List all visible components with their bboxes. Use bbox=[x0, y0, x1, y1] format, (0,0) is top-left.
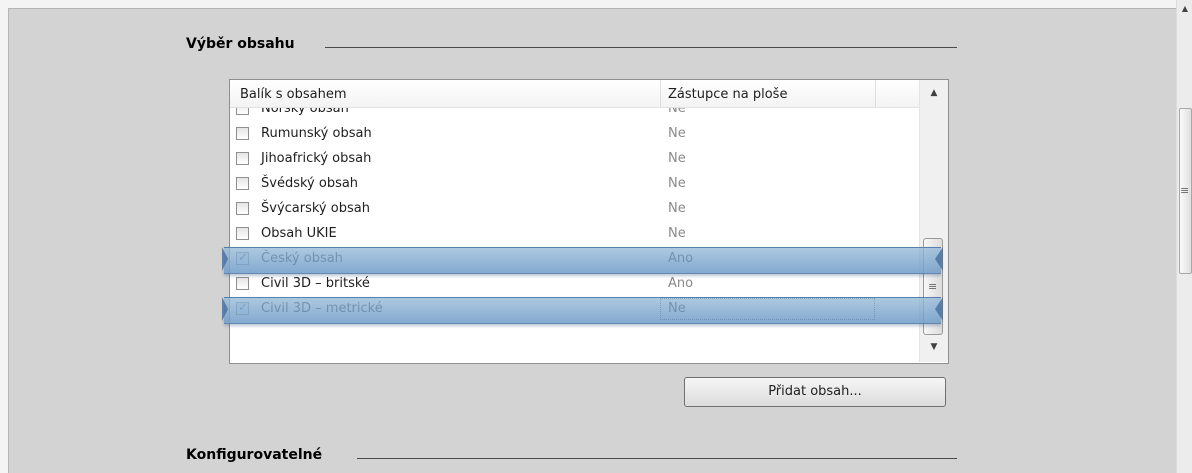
page-scroll-thumb[interactable]: ≡ bbox=[1179, 108, 1192, 274]
checkbox[interactable] bbox=[236, 108, 249, 115]
desktop-shortcut-value[interactable]: Ano bbox=[668, 276, 693, 291]
selected-row-highlight bbox=[224, 247, 941, 274]
highlight-right-cap bbox=[935, 297, 943, 321]
grip-icon: ≡ bbox=[1180, 184, 1190, 197]
section-divider bbox=[325, 47, 957, 48]
checkbox[interactable] bbox=[236, 127, 249, 140]
package-name: Norský obsah bbox=[261, 108, 349, 116]
scroll-down-arrow-icon[interactable]: ▼ bbox=[920, 342, 948, 352]
section-title-content-selection: Výběr obsahu bbox=[186, 36, 295, 52]
package-name: Civil 3D – britské bbox=[261, 276, 370, 291]
list-item[interactable]: Norský obsah Ne bbox=[230, 108, 919, 122]
package-name: Jihoafrický obsah bbox=[261, 151, 372, 166]
package-name: Švédský obsah bbox=[261, 176, 359, 191]
package-name: Obsah UKIE bbox=[261, 226, 337, 241]
column-header-package[interactable]: Balík s obsahem bbox=[240, 87, 347, 102]
page-scroll-up-arrow-icon[interactable]: ▲ bbox=[1177, 4, 1192, 13]
desktop-shortcut-value[interactable]: Ne bbox=[668, 176, 686, 191]
desktop-shortcut-value[interactable]: Ne bbox=[668, 126, 686, 141]
installer-window: Výběr obsahu Balík s obsahem Zástupce na… bbox=[0, 0, 1192, 473]
list-header: Balík s obsahem Zástupce na ploše bbox=[230, 80, 919, 108]
checkbox[interactable] bbox=[236, 227, 249, 240]
section-divider bbox=[357, 458, 957, 459]
highlight-left-cap bbox=[222, 247, 228, 271]
package-name: Rumunský obsah bbox=[261, 126, 372, 141]
list-item[interactable]: Rumunský obsah Ne bbox=[230, 122, 919, 147]
desktop-shortcut-value[interactable]: Ne bbox=[668, 226, 686, 241]
add-content-button[interactable]: Přidat obsah... bbox=[684, 377, 946, 407]
list-item[interactable]: Švédský obsah Ne bbox=[230, 172, 919, 197]
section-title-configurable: Konfigurovatelné bbox=[186, 447, 323, 463]
grip-icon: ≡ bbox=[928, 280, 938, 293]
column-separator[interactable] bbox=[875, 80, 876, 107]
highlight-left-cap bbox=[222, 297, 228, 321]
checkbox[interactable] bbox=[236, 202, 249, 215]
selected-row-highlight bbox=[224, 297, 941, 324]
list-item[interactable]: Obsah UKIE Ne bbox=[230, 222, 919, 247]
column-header-desktop-shortcut[interactable]: Zástupce na ploše bbox=[668, 87, 787, 102]
scroll-up-arrow-icon[interactable]: ▲ bbox=[920, 88, 948, 98]
list-item[interactable]: Švýcarský obsah Ne bbox=[230, 197, 919, 222]
desktop-shortcut-value[interactable]: Ne bbox=[668, 201, 686, 216]
checkbox[interactable] bbox=[236, 277, 249, 290]
highlight-right-cap bbox=[935, 247, 943, 271]
column-separator[interactable] bbox=[660, 80, 661, 107]
checkbox[interactable] bbox=[236, 177, 249, 190]
desktop-shortcut-value[interactable]: Ne bbox=[668, 108, 686, 116]
checkbox[interactable] bbox=[236, 152, 249, 165]
package-name: Švýcarský obsah bbox=[261, 201, 370, 216]
page-vertical-scrollbar[interactable]: ▲ ≡ bbox=[1176, 0, 1192, 473]
list-item[interactable]: Civil 3D – britské Ano bbox=[230, 272, 919, 297]
list-item[interactable]: Jihoafrický obsah Ne bbox=[230, 147, 919, 172]
desktop-shortcut-value[interactable]: Ne bbox=[668, 151, 686, 166]
